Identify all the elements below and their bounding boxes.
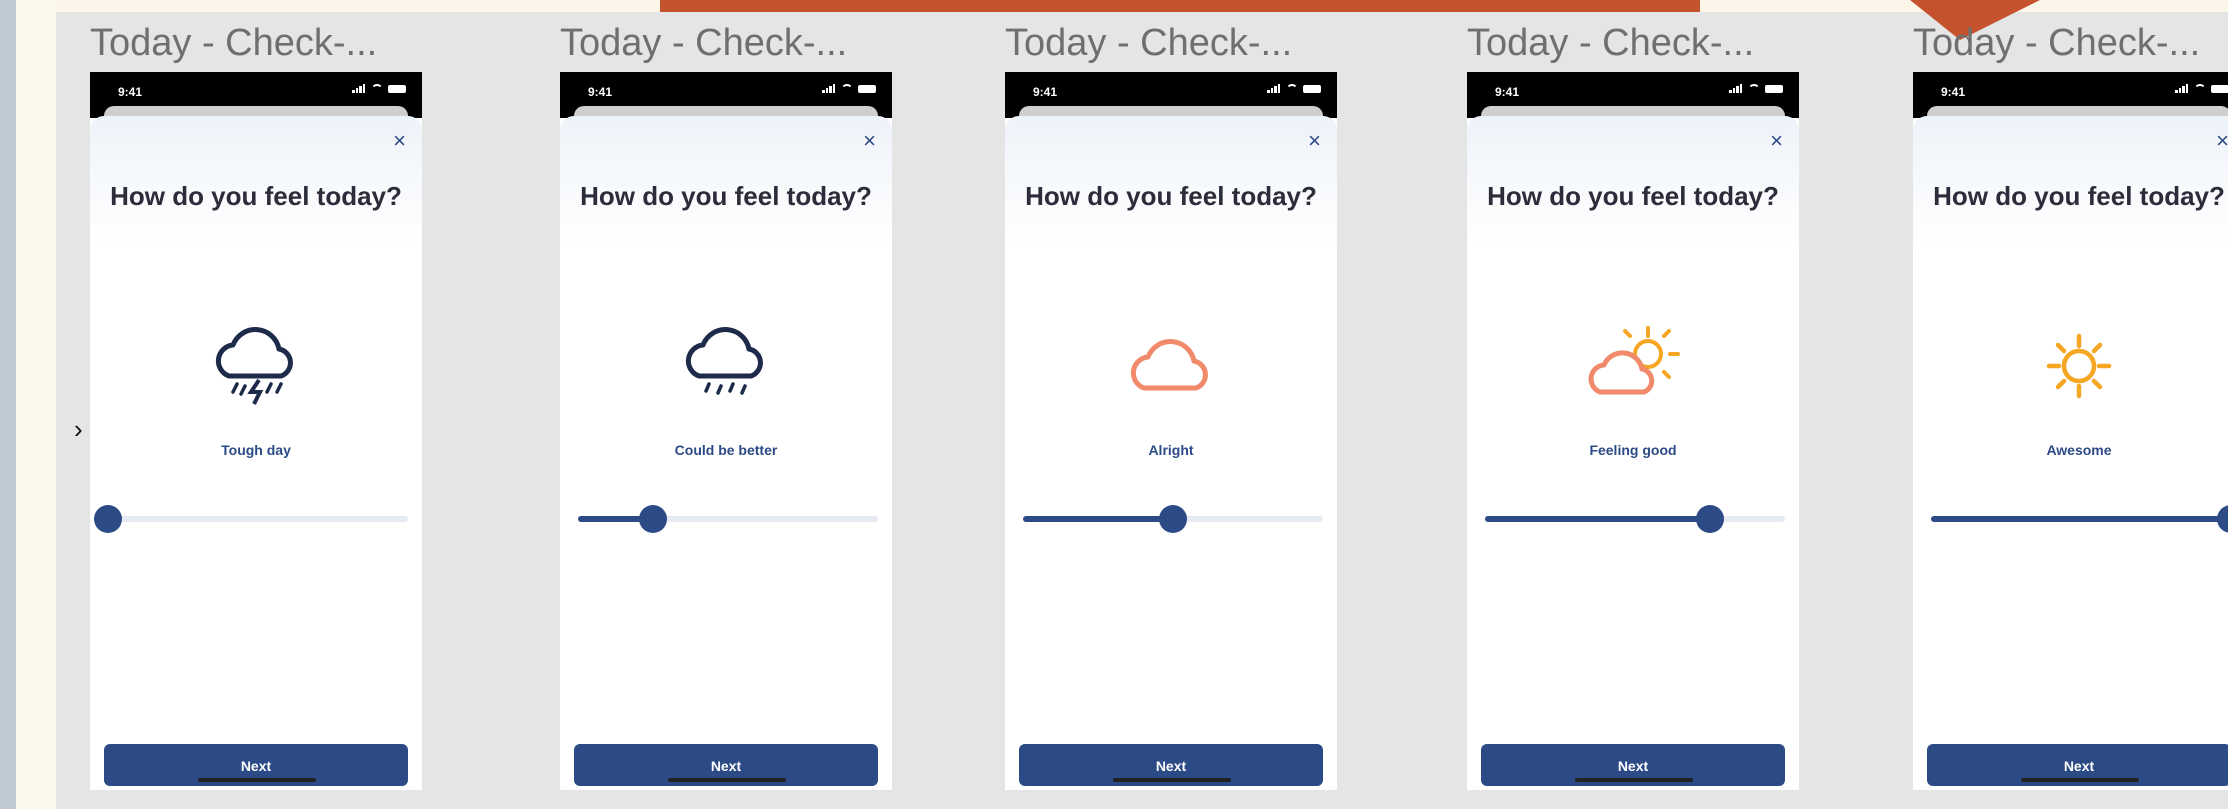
mood-label: Could be better (674, 442, 778, 458)
storm-cloud-icon (201, 314, 311, 414)
rain-cloud-icon (671, 314, 781, 414)
checkin-sheet: × How do you feel today? Tough day Next (90, 116, 422, 790)
artboard[interactable]: Today - Check-... 9:41 × How do you feel… (1005, 20, 1337, 790)
status-time: 9:41 (118, 85, 143, 99)
mood-label: Feeling good (1589, 442, 1677, 458)
close-icon[interactable]: × (393, 130, 406, 152)
wifi-icon (1286, 84, 1298, 93)
signal-icon (352, 84, 366, 93)
artboard[interactable]: Today - Check-... 9:41 × How do you feel… (1467, 20, 1799, 790)
question-title: How do you feel today? (1025, 181, 1317, 211)
artboard[interactable]: Today - Check-... 9:41 × How do you feel… (1913, 20, 2228, 790)
left-panel-edge (16, 0, 56, 809)
status-time: 9:41 (1033, 85, 1058, 99)
signal-icon (1267, 84, 1281, 93)
question-title: How do you feel today? (1487, 181, 1779, 211)
slider-thumb[interactable] (1159, 505, 1187, 533)
artboard-title[interactable]: Today - Check-... (560, 20, 892, 66)
partly-sunny-icon (1578, 314, 1688, 414)
home-indicator (668, 778, 786, 782)
phone-screen: 9:41 × How do you feel today? Tough day … (90, 72, 422, 790)
question-title: How do you feel today? (580, 181, 872, 211)
artboard-title[interactable]: Today - Check-... (1913, 20, 2228, 66)
signal-icon (1729, 84, 1743, 93)
battery-icon (388, 84, 406, 93)
checkin-sheet: × How do you feel today? Awesome Next (1913, 116, 2228, 790)
status-time: 9:41 (1941, 85, 1966, 99)
home-indicator (2021, 778, 2139, 782)
question-title: How do you feel today? (1933, 181, 2225, 211)
artboard[interactable]: Today - Check-... 9:41 × How do you feel… (560, 20, 892, 790)
mood-icon-wrap (1913, 314, 2228, 414)
status-time: 9:41 (588, 85, 613, 99)
wifi-icon (371, 84, 383, 93)
mood-slider[interactable] (1485, 505, 1785, 533)
checkin-sheet: × How do you feel today? Feeling good Ne… (1467, 116, 1799, 790)
status-time: 9:41 (1495, 85, 1520, 99)
wifi-icon (2194, 84, 2206, 93)
mood-label: Alright (1148, 442, 1194, 458)
phone-screen: 9:41 × How do you feel today? Alright Ne… (1005, 72, 1337, 790)
phone-screen: 9:41 × How do you feel today? Feeling go… (1467, 72, 1799, 790)
cloud-icon (1116, 314, 1226, 414)
mood-label: Tough day (221, 442, 291, 458)
battery-icon (1765, 84, 1783, 93)
close-icon[interactable]: × (1770, 130, 1783, 152)
mood-slider[interactable] (1023, 505, 1323, 533)
slider-thumb[interactable] (2217, 505, 2228, 533)
phone-screen: 9:41 × How do you feel today? Could be b… (560, 72, 892, 790)
battery-icon (2211, 84, 2228, 93)
slider-fill (1485, 516, 1710, 522)
artboard-title[interactable]: Today - Check-... (90, 20, 422, 66)
mood-slider[interactable] (578, 505, 878, 533)
battery-icon (858, 84, 876, 93)
signal-icon (822, 84, 836, 93)
home-indicator (1575, 778, 1693, 782)
phone-screen: 9:41 × How do you feel today? Awesome Ne… (1913, 72, 2228, 790)
slider-fill (1931, 516, 2228, 522)
chevron-right-icon[interactable]: › (74, 416, 83, 442)
mood-icon-wrap (560, 314, 892, 414)
slider-fill (1023, 516, 1173, 522)
sun-icon (2024, 314, 2134, 414)
mood-slider[interactable] (94, 505, 408, 533)
close-icon[interactable]: × (1308, 130, 1321, 152)
checkin-sheet: × How do you feel today? Could be better… (560, 116, 892, 790)
checkin-sheet: × How do you feel today? Alright Next (1005, 116, 1337, 790)
slider-thumb[interactable] (639, 505, 667, 533)
mood-icon-wrap (1005, 314, 1337, 414)
battery-icon (1303, 84, 1321, 93)
question-title: How do you feel today? (110, 181, 402, 211)
close-icon[interactable]: × (2216, 130, 2228, 152)
artboard-title[interactable]: Today - Check-... (1467, 20, 1799, 66)
close-icon[interactable]: × (863, 130, 876, 152)
mood-icon-wrap (1467, 314, 1799, 414)
slider-thumb[interactable] (94, 505, 122, 533)
wifi-icon (841, 84, 853, 93)
left-rail (0, 0, 16, 809)
mood-label: Awesome (2046, 442, 2112, 458)
wifi-icon (1748, 84, 1760, 93)
home-indicator (198, 778, 316, 782)
signal-icon (2175, 84, 2189, 93)
artboard[interactable]: Today - Check-... 9:41 × How do you feel… (90, 20, 422, 790)
home-indicator (1113, 778, 1231, 782)
mood-slider[interactable] (1931, 505, 2228, 533)
annotation-banner (660, 0, 1700, 12)
mood-icon-wrap (90, 314, 422, 414)
slider-thumb[interactable] (1696, 505, 1724, 533)
artboard-title[interactable]: Today - Check-... (1005, 20, 1337, 66)
